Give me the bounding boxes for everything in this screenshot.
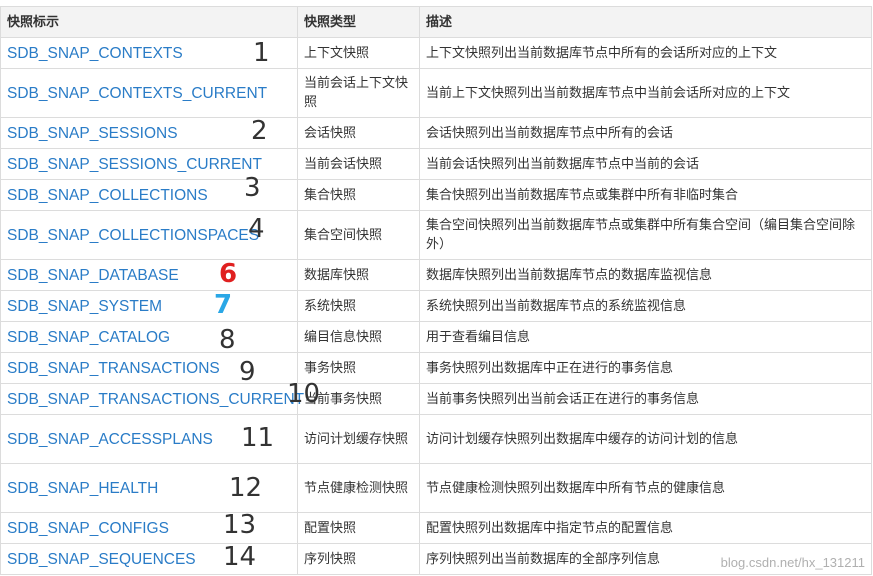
table-row: SDB_SNAP_SESSIONS_CURRENT 当前会话快照 当前会话快照列出当… — [0, 148, 872, 180]
snapshot-type-cell: 集合快照 — [297, 179, 420, 211]
table-header-row: 快照标示 快照类型 描述 — [0, 6, 872, 38]
snapshot-type-cell: 当前事务快照 — [297, 383, 420, 415]
snapshot-id-link[interactable]: SDB_SNAP_SESSIONS_CURRENT — [7, 156, 262, 173]
description-cell: 节点健康检测快照列出数据库中所有节点的健康信息 — [419, 463, 872, 513]
header-description: 描述 — [419, 6, 872, 38]
snapshot-id-cell: SDB_SNAP_CATALOG 8 — [0, 321, 298, 355]
snapshot-id-cell: SDB_SNAP_SESSIONS_CURRENT — [0, 148, 298, 180]
description-cell: 当前会话快照列出当前数据库节点中当前的会话 — [419, 148, 872, 180]
description-cell: 当前上下文快照列出当前数据库节点中当前会话所对应的上下文 — [419, 68, 872, 118]
snapshot-id-link[interactable]: SDB_SNAP_SYSTEM — [7, 298, 162, 315]
snapshot-table: 快照标示 快照类型 描述 SDB_SNAP_CONTEXTS 1 上下文快照 上下文快… — [0, 6, 872, 575]
handwritten-number: 9 — [239, 357, 256, 387]
table-row: SDB_SNAP_COLLECTIONSPACES 4 集合空间快照 集合空间快照列出… — [0, 210, 872, 260]
header-snapshot-id: 快照标示 — [0, 6, 298, 38]
description-cell: 系统快照列出当前数据库节点的系统监视信息 — [419, 290, 872, 322]
snapshot-id-link[interactable]: SDB_SNAP_HEALTH — [7, 480, 158, 497]
table-row: SDB_SNAP_CONFIGS 13 配置快照 配置快照列出数据库中指定节点的配置信… — [0, 510, 872, 544]
snapshot-id-cell: SDB_SNAP_HEALTH 12 — [0, 463, 298, 513]
snapshot-id-link[interactable]: SDB_SNAP_DATABASE — [7, 267, 179, 284]
handwritten-number: 13 — [223, 510, 257, 540]
snapshot-id-cell: SDB_SNAP_SEQUENCES 14 — [0, 542, 298, 575]
handwritten-number: 6 — [219, 259, 238, 289]
table-row: SDB_SNAP_TRANSACTIONS 9 事务快照 事务快照列出数据库中正在进行… — [0, 352, 872, 387]
snapshot-id-cell: SDB_SNAP_CONTEXTS 1 — [0, 37, 298, 69]
snapshot-type-cell: 当前会话上下文快照 — [297, 68, 420, 118]
handwritten-number: 3 — [244, 173, 261, 203]
snapshot-id-cell: SDB_SNAP_SYSTEM 7 — [0, 290, 298, 322]
snapshot-id-link[interactable]: SDB_SNAP_SESSIONS — [7, 125, 178, 142]
description-cell: 配置快照列出数据库中指定节点的配置信息 — [419, 512, 872, 544]
description-cell: 集合快照列出当前数据库节点或集群中所有非临时集合 — [419, 179, 872, 211]
snapshot-id-cell: SDB_SNAP_CONFIGS 13 — [0, 510, 298, 544]
description-cell: 数据库快照列出当前数据库节点的数据库监视信息 — [419, 259, 872, 291]
snapshot-id-cell: SDB_SNAP_TRANSACTIONS 9 — [0, 352, 298, 387]
snapshot-id-cell: SDB_SNAP_TRANSACTIONS_CURRENT 10 — [0, 381, 320, 415]
snapshot-id-cell: SDB_SNAP_COLLECTIONS 3 — [0, 175, 298, 211]
snapshot-type-cell: 集合空间快照 — [297, 210, 420, 260]
snapshot-id-cell: SDB_SNAP_SESSIONS 2 — [0, 116, 298, 149]
watermark: blog.csdn.net/hx_131211 — [720, 555, 865, 570]
snapshot-id-link[interactable]: SDB_SNAP_SEQUENCES — [7, 551, 196, 568]
snapshot-id-link[interactable]: SDB_SNAP_CATALOG — [7, 329, 170, 346]
description-cell: 访问计划缓存快照列出数据库中缓存的访问计划的信息 — [419, 414, 872, 464]
table-row: SDB_SNAP_DATABASE 6 数据库快照 数据库快照列出当前数据库节点的数据… — [0, 259, 872, 291]
table-row: SDB_SNAP_ACCESSPLANS 11 访问计划缓存快照 访问计划缓存快照列出… — [0, 414, 872, 464]
snapshot-type-cell: 事务快照 — [297, 352, 420, 384]
description-cell: 用于查看编目信息 — [419, 321, 872, 353]
snapshot-type-cell: 上下文快照 — [297, 37, 420, 69]
handwritten-number: 2 — [251, 116, 268, 146]
snapshot-id-link[interactable]: SDB_SNAP_ACCESSPLANS — [7, 431, 213, 448]
table-row: SDB_SNAP_COLLECTIONS 3 集合快照 集合快照列出当前数据库节点或集… — [0, 175, 872, 211]
description-cell: 集合空间快照列出当前数据库节点或集群中所有集合空间（编目集合空间除外） — [419, 210, 872, 260]
snapshot-id-link[interactable]: SDB_SNAP_COLLECTIONS — [7, 187, 208, 204]
table-row: SDB_SNAP_HEALTH 12 节点健康检测快照 节点健康检测快照列出数据库中所… — [0, 463, 872, 513]
description-cell: 事务快照列出数据库中正在进行的事务信息 — [419, 352, 872, 384]
snapshot-id-link[interactable]: SDB_SNAP_TRANSACTIONS_CURRENT — [7, 391, 304, 408]
table-row: SDB_SNAP_TRANSACTIONS_CURRENT 10 当前事务快照 当前事… — [0, 381, 872, 415]
handwritten-number: 12 — [229, 473, 263, 503]
handwritten-number: 1 — [253, 38, 270, 68]
snapshot-type-cell: 访问计划缓存快照 — [297, 414, 420, 464]
snapshot-id-cell: SDB_SNAP_CONTEXTS_CURRENT — [0, 68, 298, 118]
snapshot-id-cell: SDB_SNAP_COLLECTIONSPACES 4 — [0, 210, 298, 260]
handwritten-number: 11 — [241, 423, 275, 453]
description-cell: 上下文快照列出当前数据库节点中所有的会话所对应的上下文 — [419, 37, 872, 69]
table-row: SDB_SNAP_CATALOG 8 编目信息快照 用于查看编目信息 — [0, 321, 872, 355]
table-row: SDB_SNAP_SYSTEM 7 系统快照 系统快照列出当前数据库节点的系统监视信息 — [0, 290, 872, 322]
snapshot-id-cell: SDB_SNAP_ACCESSPLANS 11 — [0, 414, 298, 464]
description-cell: 会话快照列出当前数据库节点中所有的会话 — [419, 117, 872, 149]
snapshot-type-cell: 会话快照 — [297, 117, 420, 149]
table-row: SDB_SNAP_CONTEXTS 1 上下文快照 上下文快照列出当前数据库节点中所有… — [0, 37, 872, 69]
snapshot-type-cell: 系统快照 — [297, 290, 420, 322]
handwritten-number: 7 — [214, 290, 233, 320]
snapshot-id-link[interactable]: SDB_SNAP_CONTEXTS — [7, 45, 183, 62]
handwritten-number: 8 — [219, 325, 236, 355]
table-row: SDB_SNAP_CONTEXTS_CURRENT 当前会话上下文快照 当前上下文快… — [0, 68, 872, 118]
handwritten-number: 14 — [223, 542, 257, 572]
snapshot-type-cell: 序列快照 — [297, 543, 420, 575]
snapshot-type-cell: 数据库快照 — [297, 259, 420, 291]
snapshot-type-cell: 节点健康检测快照 — [297, 463, 420, 513]
snapshot-id-cell: SDB_SNAP_DATABASE 6 — [0, 259, 298, 291]
snapshot-id-link[interactable]: SDB_SNAP_COLLECTIONSPACES — [7, 227, 259, 244]
snapshot-type-cell: 编目信息快照 — [297, 321, 420, 353]
snapshot-id-link[interactable]: SDB_SNAP_TRANSACTIONS — [7, 360, 220, 377]
snapshot-type-cell: 配置快照 — [297, 512, 420, 544]
snapshot-type-cell: 当前会话快照 — [297, 148, 420, 180]
snapshot-id-link[interactable]: SDB_SNAP_CONFIGS — [7, 520, 169, 537]
snapshot-id-link[interactable]: SDB_SNAP_CONTEXTS_CURRENT — [7, 85, 267, 102]
description-cell: 当前事务快照列出当前会话正在进行的事务信息 — [419, 383, 872, 415]
table-row: SDB_SNAP_SESSIONS 2 会话快照 会话快照列出当前数据库节点中所有的会… — [0, 116, 872, 149]
header-snapshot-type: 快照类型 — [297, 6, 420, 38]
